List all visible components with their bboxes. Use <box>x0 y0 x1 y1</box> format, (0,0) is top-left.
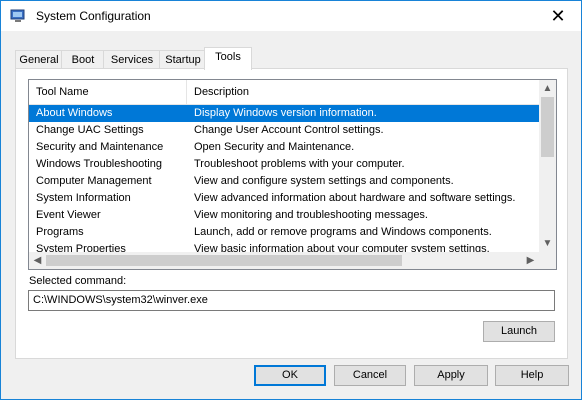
selected-command-label: Selected command: <box>29 275 127 287</box>
scroll-corner <box>539 252 556 269</box>
list-item[interactable]: Event Viewer View monitoring and troubles… <box>29 207 539 224</box>
tool-description: View and configure system settings and c… <box>194 175 454 187</box>
scroll-left-arrow-icon[interactable]: ◀ <box>29 252 46 269</box>
tool-description: Launch, add or remove programs and Windo… <box>194 226 492 238</box>
tools-list[interactable]: Tool Name Description About Windows Displ… <box>28 79 557 270</box>
title-bar[interactable]: System Configuration ✕ <box>1 1 581 31</box>
close-button[interactable]: ✕ <box>535 1 581 31</box>
tab-label: General <box>19 54 59 66</box>
tool-description: Troubleshoot problems with your computer… <box>194 158 405 170</box>
tab-label: Boot <box>71 54 95 66</box>
tool-name: About Windows <box>36 107 113 119</box>
apply-button[interactable]: Apply <box>414 365 488 386</box>
tool-name: Security and Maintenance <box>36 141 164 153</box>
scroll-down-arrow-icon[interactable]: ▼ <box>539 235 556 252</box>
column-header-tool-name[interactable]: Tool Name <box>29 80 187 104</box>
selected-command-field[interactable]: C:\WINDOWS\system32\winver.exe <box>28 290 555 311</box>
tool-name: Change UAC Settings <box>36 124 144 136</box>
list-rows: About Windows Display Windows version inf… <box>29 105 539 258</box>
tool-description: View monitoring and troubleshooting mess… <box>194 209 428 221</box>
tool-name: Computer Management <box>36 175 152 187</box>
vertical-scroll-thumb[interactable] <box>541 97 554 157</box>
system-configuration-window: System Configuration ✕ General Boot Serv… <box>0 0 582 400</box>
tab-label: Startup <box>165 54 201 66</box>
tab-boot[interactable]: Boot <box>61 50 105 70</box>
tab-startup[interactable]: Startup <box>159 50 207 70</box>
ok-button[interactable]: OK <box>254 365 326 386</box>
tool-description: View advanced information about hardware… <box>194 192 516 204</box>
horizontal-scroll-thumb[interactable] <box>46 255 402 266</box>
tool-name: Event Viewer <box>36 209 101 221</box>
list-item[interactable]: Security and Maintenance Open Security an… <box>29 139 539 156</box>
list-item[interactable]: System Information View advanced informat… <box>29 190 539 207</box>
horizontal-scrollbar[interactable]: ◀ ▶ <box>29 252 539 269</box>
close-icon: ✕ <box>550 5 566 26</box>
column-header-description[interactable]: Description <box>187 80 539 104</box>
tool-name: System Information <box>36 192 131 204</box>
list-header: Tool Name Description <box>29 80 539 105</box>
window-title: System Configuration <box>36 9 151 23</box>
list-item[interactable]: Windows Troubleshooting Troubleshoot prob… <box>29 156 539 173</box>
tool-name: Programs <box>36 226 84 238</box>
scroll-right-arrow-icon[interactable]: ▶ <box>522 252 539 269</box>
tab-services[interactable]: Services <box>103 50 161 70</box>
launch-button[interactable]: Launch <box>483 321 555 342</box>
scroll-up-arrow-icon[interactable]: ▲ <box>539 80 556 97</box>
cancel-button[interactable]: Cancel <box>334 365 406 386</box>
list-item[interactable]: About Windows Display Windows version inf… <box>29 105 539 122</box>
tool-description: Open Security and Maintenance. <box>194 141 355 153</box>
list-item[interactable]: Programs Launch, add or remove programs a… <box>29 224 539 241</box>
tab-tools[interactable]: Tools <box>204 47 252 70</box>
tab-label: Tools <box>215 51 241 63</box>
tool-description: Change User Account Control settings. <box>194 124 384 136</box>
list-item[interactable]: Change UAC Settings Change User Account C… <box>29 122 539 139</box>
list-item[interactable]: Computer Management View and configure sy… <box>29 173 539 190</box>
help-button[interactable]: Help <box>495 365 569 386</box>
msconfig-icon <box>10 9 25 22</box>
vertical-scrollbar[interactable]: ▲ ▼ <box>539 80 556 252</box>
tab-general[interactable]: General <box>15 50 63 70</box>
tool-description: Display Windows version information. <box>194 107 377 119</box>
tool-name: Windows Troubleshooting <box>36 158 162 170</box>
tab-label: Services <box>110 54 154 66</box>
